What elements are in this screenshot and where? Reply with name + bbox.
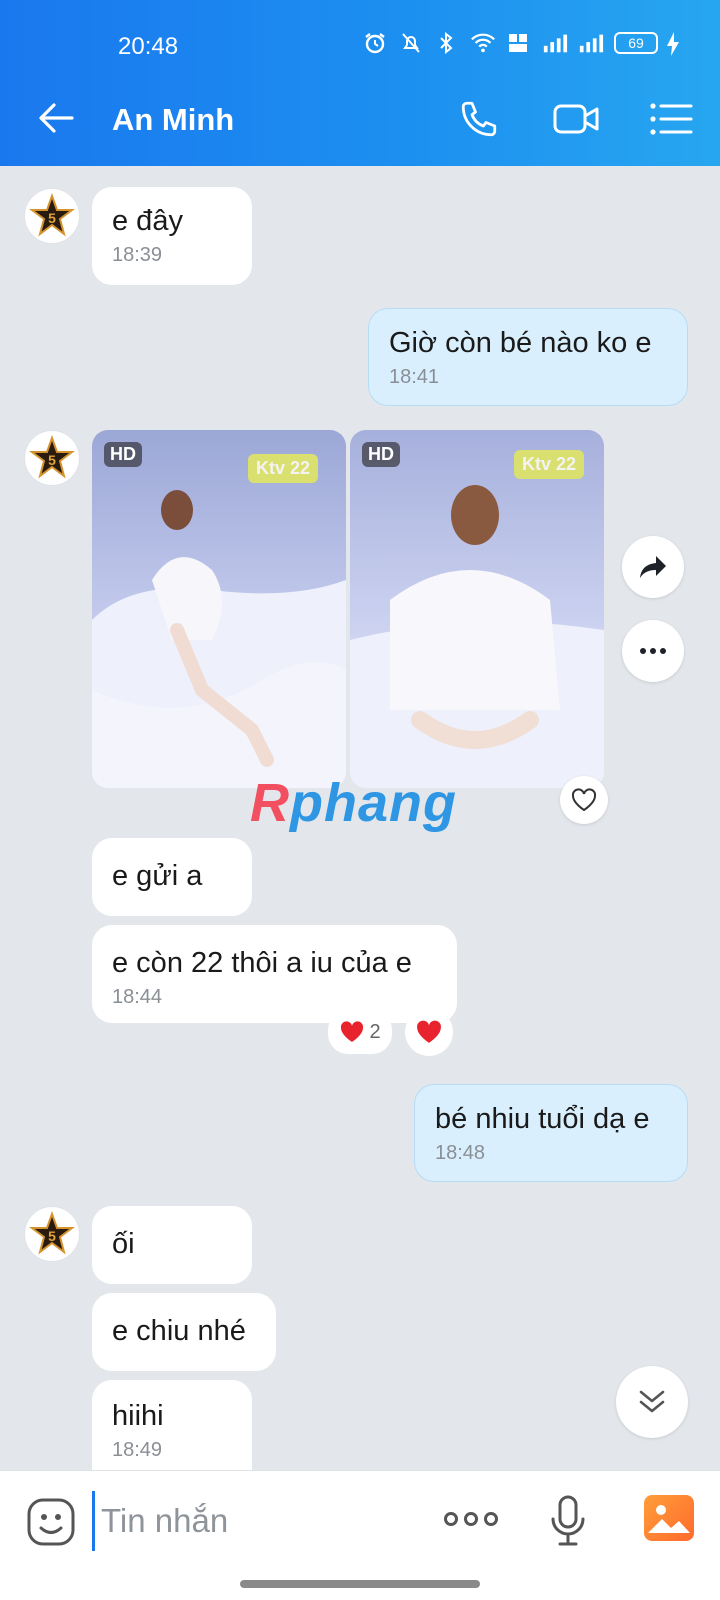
incoming-message[interactable]: e còn 22 thôi a iu của e 18:44: [92, 925, 457, 1023]
message-text: e gửi a: [112, 860, 203, 892]
image-tag: Ktv 22: [248, 454, 319, 483]
menu-list-button[interactable]: [644, 96, 698, 142]
svg-text:5: 5: [48, 210, 56, 226]
image-tag: Ktv 22: [514, 450, 585, 479]
wifi-icon: [470, 30, 496, 56]
more-options-button[interactable]: [622, 620, 684, 682]
incoming-message[interactable]: e đây 18:39: [92, 187, 252, 285]
message-time: 18:48: [435, 1142, 486, 1164]
gallery-image-icon[interactable]: [644, 1495, 694, 1541]
contact-name[interactable]: An Minh: [112, 102, 234, 138]
bluetooth-icon: [434, 30, 460, 56]
incoming-message[interactable]: e gửi a: [92, 838, 252, 916]
message-input[interactable]: [92, 1491, 392, 1551]
status-time: 20:48: [118, 33, 179, 60]
home-indicator: [240, 1580, 480, 1588]
message-time: 18:41: [389, 366, 440, 388]
incoming-message[interactable]: e chiu nhé: [92, 1293, 276, 1371]
chat-header: An Minh: [0, 72, 720, 166]
heart-reaction-icon: [341, 1021, 364, 1042]
message-text: bé nhiu tuổi dạ e: [435, 1103, 650, 1135]
mute-bell-icon: [398, 30, 424, 56]
like-heart-button[interactable]: [560, 776, 608, 824]
emoji-sticker-icon[interactable]: [26, 1497, 76, 1547]
watermark-logo: Rphang: [250, 773, 457, 833]
outgoing-message[interactable]: Giờ còn bé nào ko e 18:41: [368, 308, 688, 406]
charging-icon: [666, 32, 680, 61]
reaction-summary[interactable]: 2: [328, 1010, 392, 1054]
message-time: 18:39: [112, 244, 163, 266]
alarm-icon: [362, 30, 388, 56]
reaction-count: 2: [369, 1020, 381, 1043]
heart-react-button[interactable]: [405, 1008, 453, 1056]
svg-text:5: 5: [48, 1228, 56, 1244]
message-time: 18:49: [112, 1439, 163, 1461]
svg-text:5: 5: [48, 452, 56, 468]
message-text: hiihi: [112, 1400, 164, 1432]
microphone-icon[interactable]: [548, 1493, 588, 1549]
message-text: e còn 22 thôi a iu của e: [112, 947, 412, 979]
video-call-button[interactable]: [550, 96, 604, 142]
message-time: 18:44: [112, 986, 163, 1008]
incoming-message[interactable]: hiihi 18:49: [92, 1380, 252, 1476]
message-text: e đây: [112, 205, 183, 237]
scroll-to-bottom-button[interactable]: [616, 1366, 688, 1438]
more-actions-button[interactable]: [444, 1507, 498, 1531]
back-arrow-icon[interactable]: [36, 98, 76, 138]
signal-icon-2: [578, 30, 604, 56]
status-bar: 20:48 69: [0, 0, 720, 72]
status-icons: 69: [362, 30, 658, 56]
call-button[interactable]: [452, 96, 506, 142]
message-text: e chiu nhé: [112, 1315, 246, 1347]
signal-icon: [542, 30, 568, 56]
hd-badge: HD: [362, 442, 400, 467]
battery-indicator: 69: [614, 32, 658, 54]
hd-badge: HD: [104, 442, 142, 467]
incoming-message[interactable]: ối: [92, 1206, 252, 1284]
contact-avatar[interactable]: 5: [24, 430, 80, 486]
photo-attachment[interactable]: HD Ktv 22: [350, 430, 604, 788]
contact-avatar[interactable]: 5: [24, 1206, 80, 1262]
outgoing-message[interactable]: bé nhiu tuổi dạ e 18:48: [414, 1084, 688, 1182]
forward-button[interactable]: [622, 536, 684, 598]
volte-icon: [506, 30, 532, 56]
contact-avatar[interactable]: 5: [24, 188, 80, 244]
photo-attachment[interactable]: HD Ktv 22: [92, 430, 346, 788]
message-text: Giờ còn bé nào ko e: [389, 327, 652, 359]
message-text: ối: [112, 1228, 135, 1260]
